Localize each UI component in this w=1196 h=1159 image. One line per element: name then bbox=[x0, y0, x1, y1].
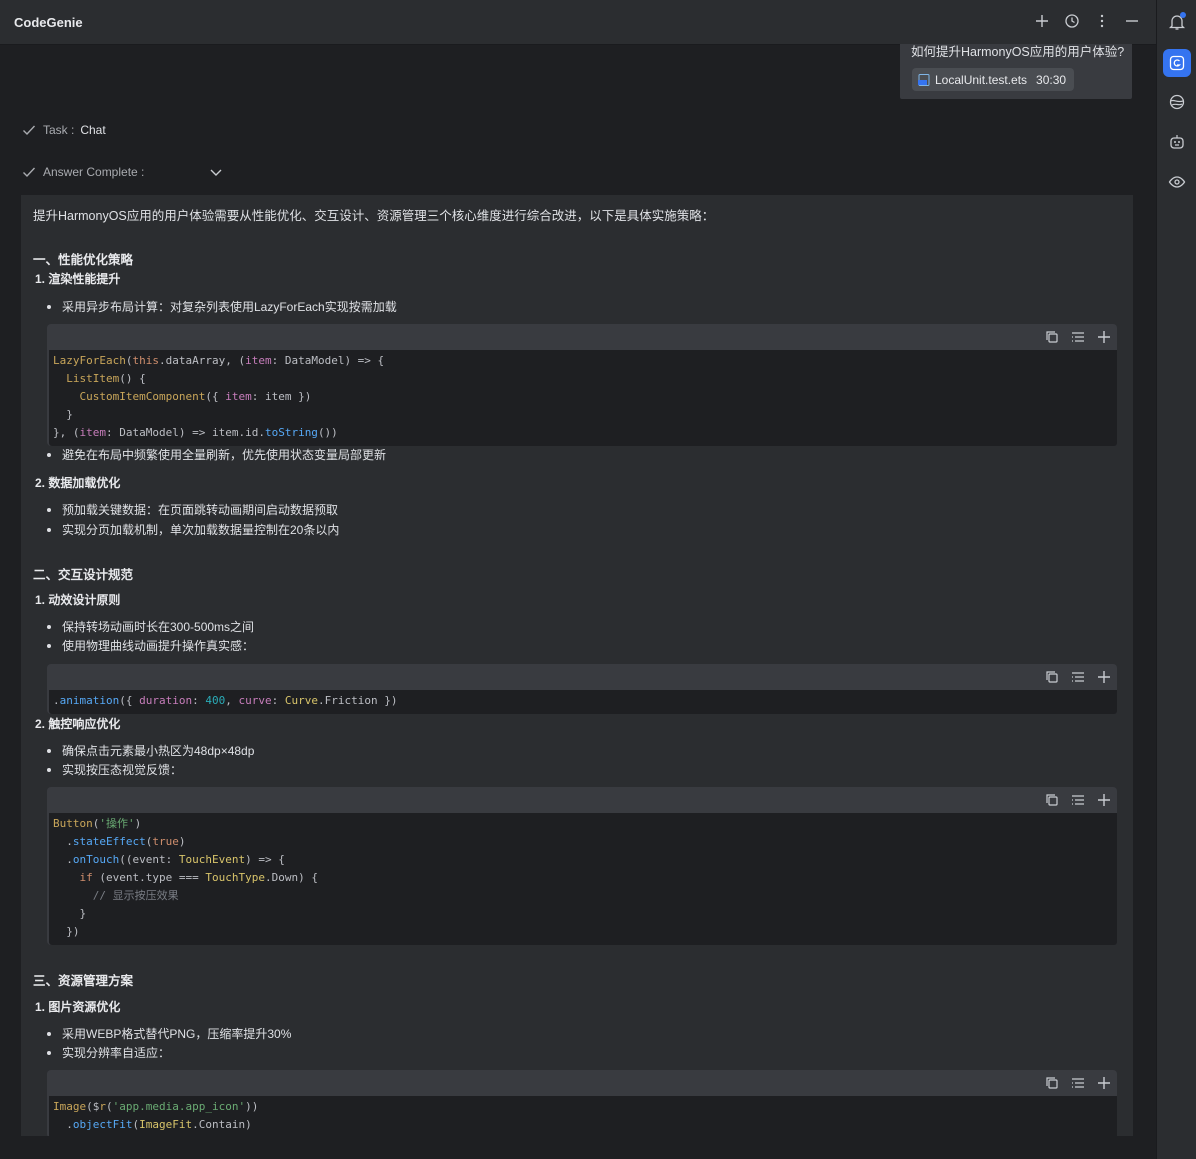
user-message: 如何提升HarmonyOS应用的用户体验? LocalUnit.test.ets… bbox=[900, 44, 1132, 99]
new-chat-button[interactable] bbox=[1032, 10, 1052, 32]
codegenie-tool-button[interactable] bbox=[1163, 49, 1191, 77]
code-block: Button('操作') .stateEffect(true) .onTouch… bbox=[47, 787, 1117, 945]
list-item: 实现按压态视觉反馈： bbox=[47, 761, 182, 778]
list-item: 避免在布局中频繁使用全量刷新，优先使用状态变量局部更新 bbox=[47, 446, 386, 463]
insert-code-button[interactable] bbox=[1071, 1076, 1085, 1090]
app-title: CodeGenie bbox=[14, 15, 83, 30]
check-icon bbox=[23, 125, 36, 136]
code-block: LazyForEach(this.dataArray, (item: DataM… bbox=[47, 324, 1117, 446]
more-options-button[interactable] bbox=[1092, 10, 1112, 32]
list-item: 采用WEBP格式替代PNG，压缩率提升30% bbox=[47, 1025, 291, 1042]
answer-status: Answer Complete : bbox=[21, 164, 144, 180]
code-toolbar bbox=[47, 1070, 1117, 1096]
list-item: 保持转场动画时长在300-500ms之间 bbox=[47, 618, 254, 635]
more-vertical-icon bbox=[1100, 14, 1104, 28]
copy-code-button[interactable] bbox=[1045, 1076, 1059, 1090]
copy-icon bbox=[1046, 671, 1058, 683]
code-content[interactable]: LazyForEach(this.dataArray, (item: DataM… bbox=[49, 350, 1117, 446]
preview-tool-button[interactable] bbox=[1163, 168, 1191, 196]
ets-file-icon bbox=[918, 73, 930, 86]
copy-icon bbox=[1046, 1077, 1058, 1089]
list-item: 确保点击元素最小热区为48dp×48dp bbox=[47, 742, 254, 759]
add-code-button[interactable] bbox=[1097, 1076, 1111, 1090]
add-code-button[interactable] bbox=[1097, 330, 1111, 344]
add-icon bbox=[1098, 1077, 1110, 1089]
insert-icon bbox=[1072, 672, 1084, 682]
insert-code-button[interactable] bbox=[1071, 793, 1085, 807]
minimize-button[interactable] bbox=[1122, 10, 1142, 32]
copy-icon bbox=[1046, 331, 1058, 343]
subsection-heading: 1. 动效设计原则 bbox=[35, 593, 121, 607]
code-block: .animation({ duration: 400, curve: Curve… bbox=[47, 664, 1117, 714]
code-content[interactable]: Button('操作') .stateEffect(true) .onTouch… bbox=[49, 813, 1117, 945]
task-label: Task : bbox=[43, 123, 75, 137]
notifications-button[interactable] bbox=[1163, 8, 1191, 36]
copy-icon bbox=[1046, 794, 1058, 806]
code-content[interactable]: Image($r('app.media.app_icon')) .objectF… bbox=[49, 1096, 1117, 1136]
section-heading: 一、性能优化策略 bbox=[33, 253, 134, 267]
subsection-heading: 2. 数据加载优化 bbox=[35, 476, 121, 490]
subsection-heading: 1. 图片资源优化 bbox=[35, 1000, 121, 1014]
tool-window-header: CodeGenie bbox=[0, 0, 1156, 45]
globe-tool-button[interactable] bbox=[1163, 88, 1191, 116]
answer-complete-label: Answer Complete : bbox=[43, 165, 145, 179]
agent-tool-button[interactable] bbox=[1163, 128, 1191, 156]
answer-panel: 提升HarmonyOS应用的用户体验需要从性能优化、交互设计、资源管理三个核心维… bbox=[21, 195, 1133, 1136]
code-toolbar bbox=[47, 787, 1117, 813]
insert-code-button[interactable] bbox=[1071, 330, 1085, 344]
minimize-icon bbox=[1126, 20, 1138, 22]
copy-code-button[interactable] bbox=[1045, 670, 1059, 684]
add-code-button[interactable] bbox=[1097, 670, 1111, 684]
list-item: 预加载关键数据：在页面跳转动画期间启动数据预取 bbox=[47, 501, 338, 518]
check-icon bbox=[23, 167, 36, 178]
section-heading: 二、交互设计规范 bbox=[33, 568, 134, 582]
insert-code-button[interactable] bbox=[1071, 670, 1085, 684]
code-block: Image($r('app.media.app_icon')) .objectF… bbox=[47, 1070, 1117, 1136]
list-item: 实现分辨率自适应： bbox=[47, 1044, 170, 1061]
insert-icon bbox=[1072, 332, 1084, 342]
header-actions bbox=[1032, 10, 1142, 32]
globe-icon bbox=[1169, 94, 1185, 110]
insert-icon bbox=[1072, 795, 1084, 805]
eye-icon bbox=[1168, 176, 1186, 188]
list-item: 使用物理曲线动画提升操作真实感： bbox=[47, 637, 254, 654]
list-item: 实现分页加载机制，单次加载数据量控制在20条以内 bbox=[47, 521, 339, 538]
task-value: Chat bbox=[80, 123, 106, 137]
subsection-heading: 2. 触控响应优化 bbox=[35, 717, 121, 731]
user-question: 如何提升HarmonyOS应用的用户体验? bbox=[911, 45, 1125, 59]
codegenie-icon bbox=[1169, 55, 1185, 71]
task-status: Task : Chat bbox=[21, 122, 106, 138]
agent-icon bbox=[1170, 135, 1184, 149]
list-item: 采用异步布局计算：对复杂列表使用LazyForEach实现按需加载 bbox=[47, 298, 397, 315]
insert-icon bbox=[1072, 1078, 1084, 1088]
chevron-down-icon[interactable] bbox=[208, 164, 224, 180]
subsection-heading: 1. 渲染性能提升 bbox=[35, 272, 121, 286]
copy-code-button[interactable] bbox=[1045, 330, 1059, 344]
bottom-strip bbox=[0, 1136, 1156, 1159]
code-content[interactable]: .animation({ duration: 400, curve: Curve… bbox=[49, 690, 1117, 714]
add-code-button[interactable] bbox=[1097, 793, 1111, 807]
add-icon bbox=[1098, 331, 1110, 343]
add-icon bbox=[1098, 671, 1110, 683]
history-button[interactable] bbox=[1062, 10, 1082, 32]
right-toolbar bbox=[1156, 0, 1196, 1159]
file-name: LocalUnit.test.ets bbox=[935, 72, 1028, 87]
code-toolbar bbox=[47, 664, 1117, 690]
section-heading: 三、资源管理方案 bbox=[33, 974, 134, 988]
file-reference-chip[interactable]: LocalUnit.test.ets 30:30 bbox=[912, 68, 1075, 91]
notification-badge bbox=[1180, 12, 1186, 18]
add-icon bbox=[1098, 794, 1110, 806]
code-toolbar bbox=[47, 324, 1117, 350]
copy-code-button[interactable] bbox=[1045, 793, 1059, 807]
file-position: 30:30 bbox=[1036, 72, 1067, 87]
history-icon bbox=[1065, 14, 1079, 28]
plus-icon bbox=[1036, 15, 1048, 27]
answer-intro: 提升HarmonyOS应用的用户体验需要从性能优化、交互设计、资源管理三个核心维… bbox=[33, 209, 715, 223]
